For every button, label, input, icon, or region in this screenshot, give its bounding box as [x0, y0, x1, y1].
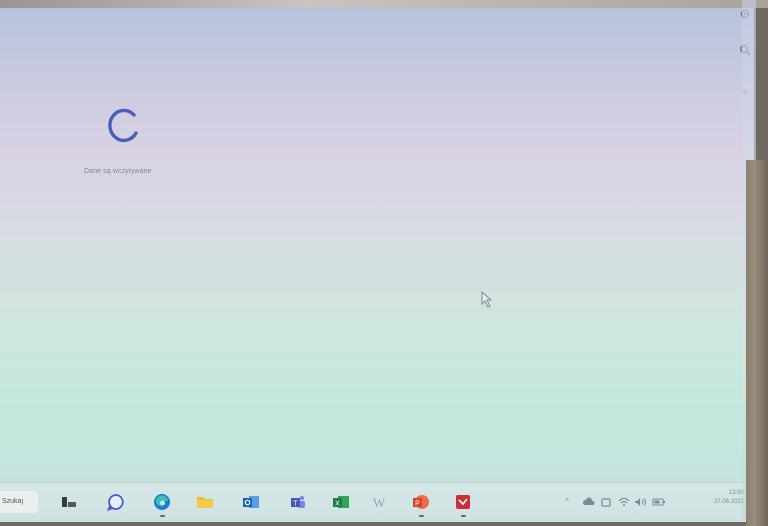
- loading-spinner-icon: [108, 108, 138, 143]
- edge-icon[interactable]: [153, 493, 171, 517]
- loading-status-text: Dane są wczytywane: [84, 168, 152, 175]
- clock-date: 27.06.2023: [713, 499, 744, 505]
- battery-icon[interactable]: [652, 497, 666, 509]
- file-explorer-icon[interactable]: [196, 493, 214, 511]
- security-icon[interactable]: [600, 497, 612, 509]
- taskbar-search-box[interactable]: Szukaj: [0, 491, 38, 513]
- mouse-cursor-icon: [481, 291, 493, 308]
- volume-icon[interactable]: [634, 497, 648, 509]
- tray-chevron-icon[interactable]: ^: [565, 497, 569, 509]
- svg-text:T: T: [293, 501, 298, 508]
- monitor-bezel-top: [0, 0, 768, 8]
- taskbar: Szukaj T X W P ^ 13:50 27.06.2023: [0, 482, 746, 522]
- chat-icon[interactable]: [107, 493, 125, 511]
- monitor-bezel-right: [746, 160, 768, 526]
- running-indicator: [419, 515, 424, 517]
- outlook-icon[interactable]: [242, 493, 260, 511]
- taskbar-clock[interactable]: 13:50 27.06.2023: [700, 489, 744, 507]
- pdf-icon[interactable]: [454, 493, 472, 517]
- teams-icon[interactable]: T: [289, 493, 307, 511]
- svg-text:P: P: [415, 501, 420, 508]
- wifi-icon[interactable]: [618, 497, 630, 509]
- clock-time: 13:50: [728, 490, 744, 496]
- onedrive-icon[interactable]: [582, 497, 595, 509]
- word-icon[interactable]: W: [370, 493, 388, 511]
- running-indicator: [461, 515, 466, 517]
- excel-icon[interactable]: X: [332, 493, 350, 511]
- svg-text:X: X: [335, 501, 340, 508]
- running-indicator: [160, 515, 165, 517]
- powerpoint-icon[interactable]: P: [412, 493, 430, 517]
- desktop-screen: + Dane są wczytywane Szukaj T X: [0, 6, 754, 522]
- task-view-icon[interactable]: [60, 493, 78, 511]
- svg-text:W: W: [373, 495, 386, 510]
